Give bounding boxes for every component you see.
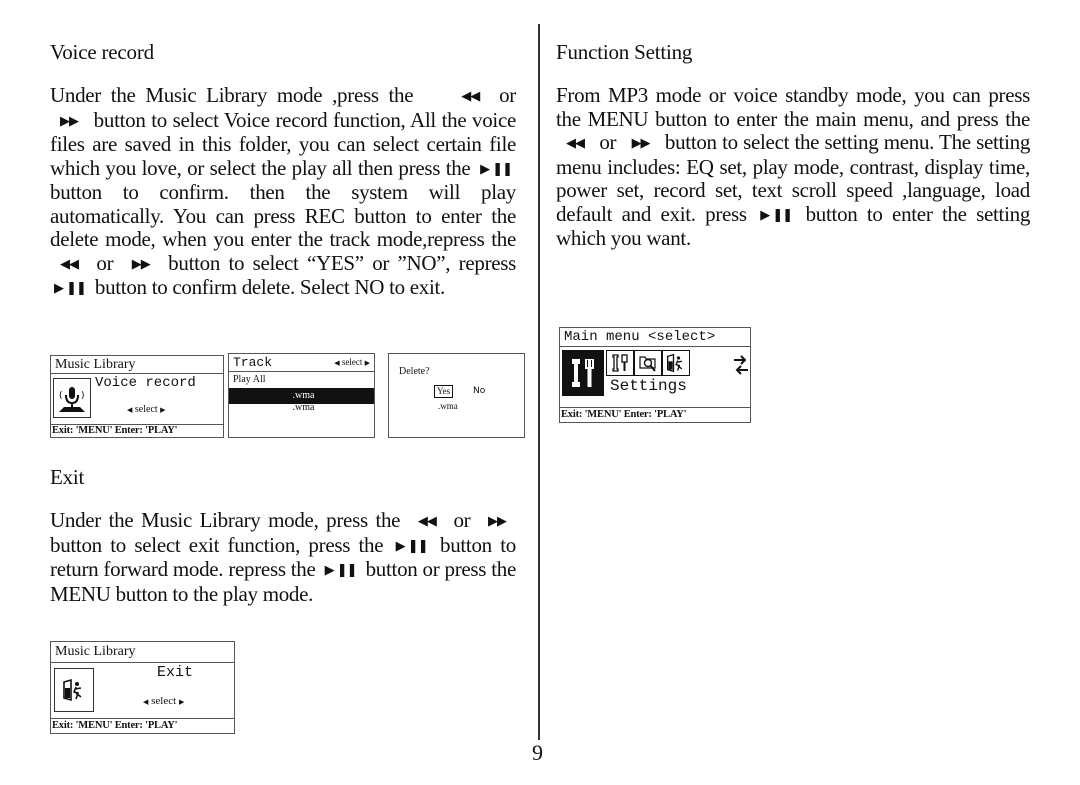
screen-footer: Exit: 'MENU' Enter: 'PLAY' [560, 407, 750, 422]
page-number: 9 [532, 740, 543, 765]
svg-text:(: ( [59, 391, 63, 401]
rewind-icon: ◀◀ [566, 136, 585, 151]
rewind-icon: ◀◀ [461, 89, 480, 104]
play-pause-icon: ▶ ❚❚ [324, 563, 358, 578]
screen-title: Main menu <select> [560, 328, 750, 347]
screen-music-library-exit: Music Library Exit ◀ select ▶ Exit: 'MEN… [50, 641, 235, 734]
screen-footer: Exit: 'MENU' Enter: 'PLAY' [51, 424, 223, 437]
play-pause-icon: ▶ ❚❚ [480, 161, 513, 177]
forward-icon: ▶▶ [60, 113, 79, 129]
delete-file-name: .wma [438, 401, 458, 411]
rewind-icon: ◀◀ [417, 514, 437, 529]
screen-title: Music Library [51, 356, 223, 374]
screen-item-label: Exit [157, 664, 194, 681]
function-setting-paragraph: From MP3 mode or voice standby mode, you… [556, 83, 1031, 250]
select-indicator: ◀ select ▶ [127, 404, 166, 415]
tools-icon [606, 350, 634, 376]
no-option[interactable]: No [473, 386, 485, 396]
screen-track: Track ◀ select ▶ Play All .wma .wma [228, 353, 375, 438]
column-divider [538, 24, 540, 740]
track-row[interactable]: .wma [229, 400, 374, 416]
screen-delete-dialog: Delete? Yes No .wma [388, 353, 525, 438]
play-pause-icon: ▶ ❚❚ [760, 207, 793, 223]
rewind-icon: ◀◀ [60, 256, 79, 272]
switch-arrows-icon [734, 354, 748, 376]
voice-record-heading: Voice record [50, 40, 154, 64]
forward-icon: ▶▶ [131, 256, 151, 272]
screen-footer: Exit: 'MENU' Enter: 'PLAY' [51, 718, 234, 733]
exit-heading: Exit [50, 465, 85, 489]
play-pause-icon: ▶ ❚❚ [395, 538, 429, 554]
exit-door-icon [662, 350, 690, 376]
voice-record-paragraph: Under the Music Library mode ,press the ◀… [50, 83, 517, 299]
left-column: Voice record Under the Music Library mod… [50, 40, 516, 301]
right-column: Function Setting From MP3 mode or voice … [556, 40, 1030, 251]
screen-music-library-voice-record: Music Library ( ) Voice record ◀ select … [50, 355, 224, 438]
screen-title: Music Library [51, 642, 234, 663]
microphone-icon: ( ) [53, 378, 91, 418]
track-row-play-all[interactable]: Play All [229, 372, 374, 388]
yes-option[interactable]: Yes [434, 385, 454, 398]
screen-item-label: Settings [610, 377, 687, 395]
screen-item-label: Voice record [95, 375, 196, 391]
delete-prompt: Delete? [399, 366, 430, 377]
settings-icon [562, 350, 604, 396]
svg-text:): ) [81, 391, 85, 401]
select-indicator: ◀ select ▶ [143, 695, 185, 707]
forward-icon: ▶▶ [631, 136, 651, 151]
play-pause-icon: ▶ ❚❚ [54, 281, 87, 296]
exit-paragraph: Under the Music Library mode, press the … [50, 508, 517, 606]
exit-section: Exit Under the Music Library mode, press… [50, 465, 516, 606]
forward-icon: ▶▶ [488, 514, 507, 529]
function-setting-heading: Function Setting [556, 40, 693, 64]
exit-door-icon [54, 668, 94, 712]
select-indicator: ◀ select ▶ [334, 357, 370, 367]
search-icon [634, 350, 662, 376]
screen-title: Track ◀ select ▶ [229, 354, 374, 372]
screen-main-menu: Main menu <select> Settings Exit: 'MENU'… [559, 327, 751, 423]
